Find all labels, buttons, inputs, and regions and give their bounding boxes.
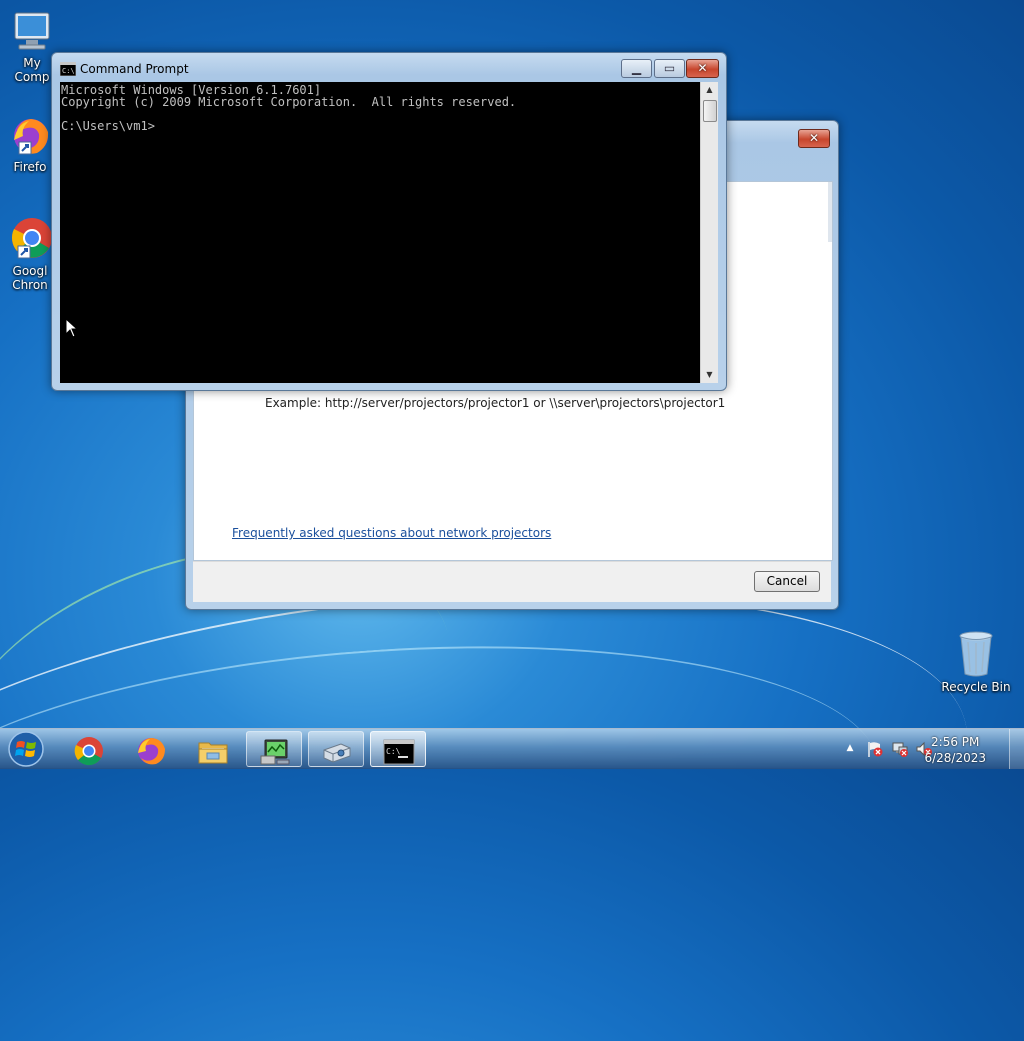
close-icon: ✕: [808, 131, 820, 145]
taskbar-chrome[interactable]: [60, 731, 116, 767]
desktop-icon-recycle-bin[interactable]: Recycle Bin: [940, 630, 1012, 694]
windows-start-icon: [8, 731, 44, 767]
taskbar-explorer[interactable]: [184, 731, 240, 767]
taskbar-clock[interactable]: 2:56 PM 6/28/2023: [924, 734, 986, 766]
projector-icon: [323, 743, 351, 763]
taskbar-network-monitor[interactable]: [246, 731, 302, 767]
dialog-close-button[interactable]: ✕: [798, 129, 830, 148]
taskbar-projector[interactable]: [308, 731, 364, 767]
cancel-button[interactable]: Cancel: [754, 571, 820, 592]
mouse-cursor-icon: [65, 318, 79, 338]
desktop-icon-label: My Comp: [14, 56, 50, 84]
close-icon: ✕: [697, 61, 708, 75]
recycle-bin-icon: [959, 631, 993, 677]
cmd-icon: C:\: [60, 62, 76, 76]
minimize-button[interactable]: ▁: [621, 59, 652, 78]
network-monitor-icon: [260, 739, 290, 765]
desktop-icon-google-chrome[interactable]: Googl Chron: [4, 214, 56, 292]
firefox-icon: [14, 119, 49, 155]
dialog-content-scrollbar[interactable]: [828, 182, 832, 242]
desktop-icon-firefox[interactable]: Firefo: [4, 116, 56, 174]
show-hidden-icons-button[interactable]: ▲: [844, 742, 856, 754]
desktop-icon-label: Firefo: [13, 160, 47, 174]
start-button[interactable]: [6, 730, 46, 768]
action-center-flag-icon[interactable]: [866, 740, 884, 758]
console-output[interactable]: Microsoft Windows [Version 6.1.7601] Cop…: [60, 82, 700, 383]
firefox-icon: [138, 738, 165, 765]
computer-icon: [14, 12, 50, 50]
maximize-icon: ▭: [663, 61, 676, 75]
chrome-icon: [11, 218, 52, 259]
faq-link[interactable]: Frequently asked questions about network…: [232, 526, 551, 540]
window-title: Command Prompt: [80, 62, 189, 76]
chrome-icon: [74, 737, 103, 766]
minimize-icon: ▁: [631, 61, 642, 75]
taskbar-command-prompt[interactable]: C:\: [370, 731, 426, 767]
clock-date: 6/28/2023: [924, 751, 986, 765]
desktop-icon-label: Chron: [12, 278, 48, 292]
svg-text:C:\: C:\: [386, 747, 401, 756]
maximize-button[interactable]: ▭: [654, 59, 685, 78]
scroll-down-arrow-icon[interactable]: ▼: [701, 367, 718, 383]
folder-icon: [198, 742, 228, 764]
wallpaper-swoosh: [0, 615, 890, 987]
desktop-icon-label: Recycle Bin: [941, 680, 1011, 694]
taskbar-firefox[interactable]: [122, 731, 178, 767]
command-prompt-icon: C:\: [383, 739, 415, 765]
scrollbar-thumb[interactable]: [703, 100, 717, 122]
taskbar: C:\ ▲ 2:56 PM 6/28/2023: [0, 728, 1024, 769]
console-scrollbar[interactable]: ▲ ▼: [700, 82, 718, 383]
network-status-icon[interactable]: [891, 740, 909, 758]
dialog-footer: Cancel: [193, 561, 831, 602]
wallpaper-swoosh: [0, 540, 987, 1041]
example-text: Example: http://server/projectors/projec…: [265, 396, 726, 410]
clock-time: 2:56 PM: [931, 735, 980, 749]
svg-text:C:\: C:\: [62, 67, 75, 75]
close-button[interactable]: ✕: [686, 59, 719, 78]
show-desktop-button[interactable]: [1009, 729, 1024, 769]
command-prompt-window: C:\ Command Prompt ▁ ▭ ✕ Microsoft Windo…: [51, 52, 727, 391]
scroll-up-arrow-icon[interactable]: ▲: [701, 82, 718, 98]
desktop-icon-label: Googl: [12, 264, 48, 278]
